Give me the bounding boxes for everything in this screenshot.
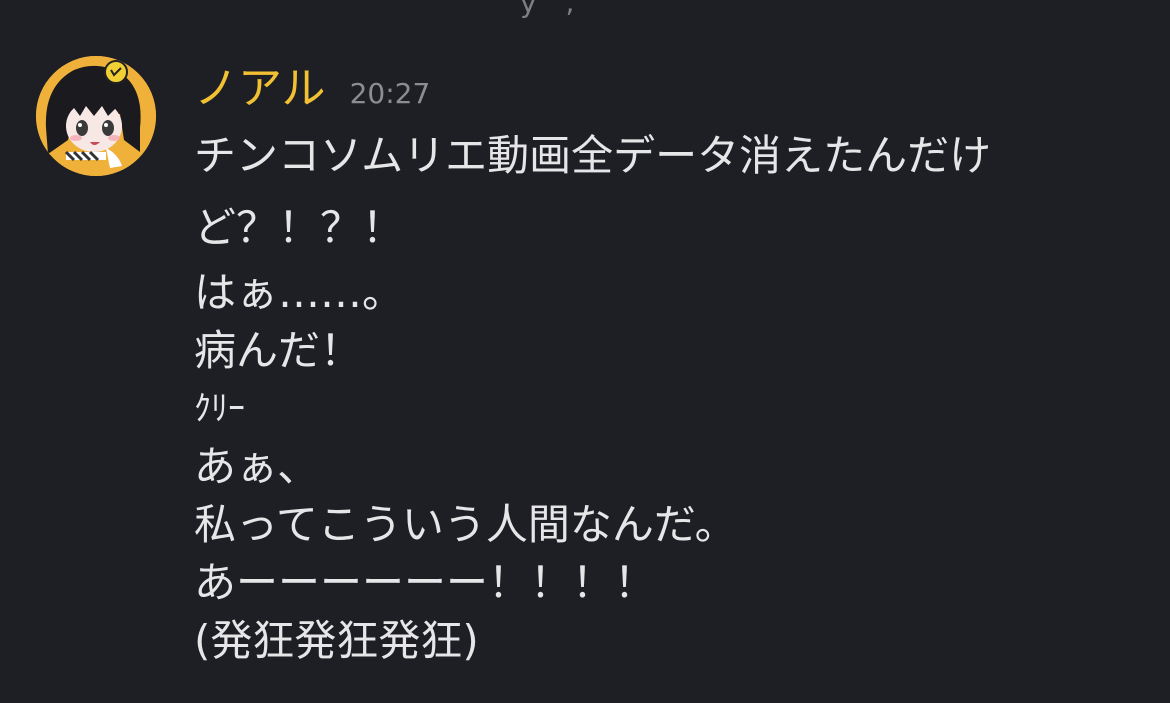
message-line: あーーーーーー！！！！ (194, 558, 657, 607)
message-line: はぁ……。 (194, 268, 405, 317)
username[interactable]: ノアル (194, 60, 326, 118)
timestamp[interactable]: 20:27 (350, 65, 431, 123)
message-line: 私ってこういう人間なんだ。 (194, 500, 737, 549)
anime-girl-avatar-icon (36, 56, 156, 176)
previous-message-fragment: y , (520, 0, 585, 19)
message-header: ノアル 20:27 (194, 60, 1134, 118)
message-line: チンコソムリエ動画全データ消えたんだけど？！？！ (194, 131, 992, 252)
message-line: ｸﾘｰ (194, 389, 245, 429)
user-avatar[interactable] (36, 56, 156, 176)
message-content: ノアル 20:27 チンコソムリエ動画全データ消えたんだけど？！？！ はぁ……。… (194, 60, 1134, 670)
message-line: (発狂発狂発狂) (194, 616, 479, 665)
message-body: チンコソムリエ動画全データ消えたんだけど？！？！ はぁ……。 病んだ！ ｸﾘｰ … (194, 120, 1134, 670)
message-line: 病んだ！ (194, 326, 363, 375)
message-line: あぁ、 (194, 442, 320, 491)
